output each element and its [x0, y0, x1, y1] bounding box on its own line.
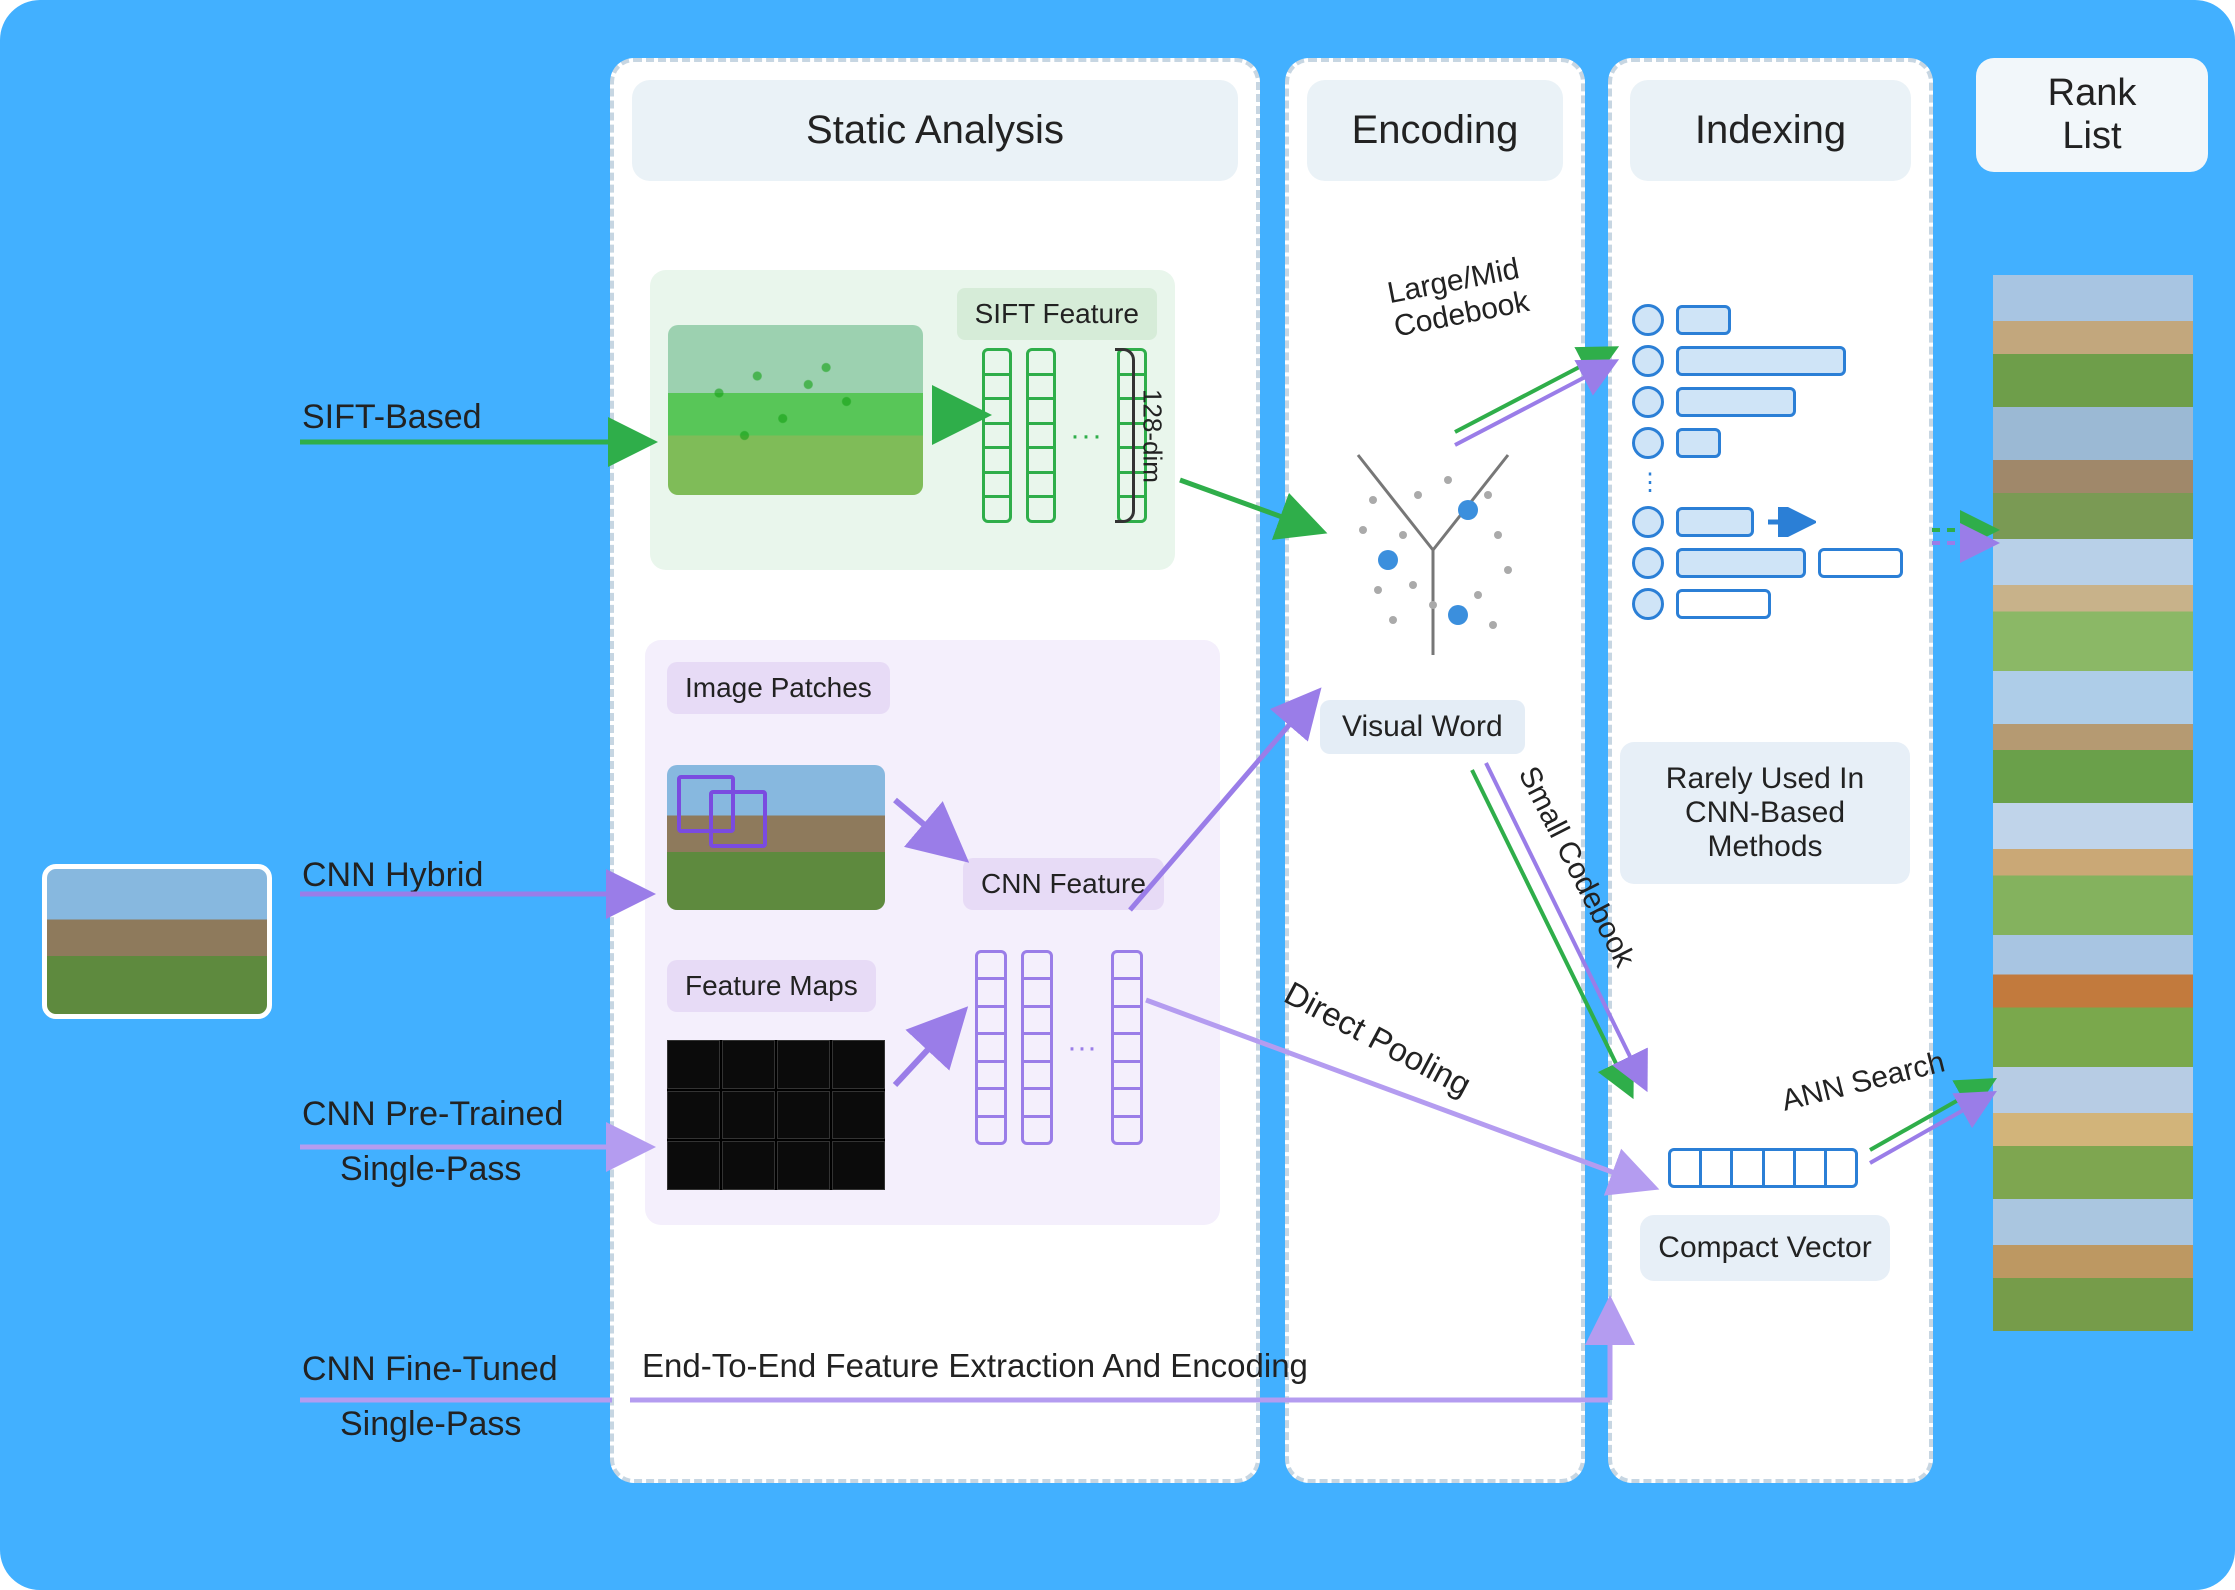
query-image — [42, 864, 272, 1019]
cnn-finetuned-l2: Single-Pass — [340, 1405, 521, 1444]
rarely-used-note: Rarely Used In CNN-Based Methods — [1620, 742, 1910, 884]
compact-vector — [1668, 1148, 1858, 1188]
cnn-pretrained-l1: CNN Pre-Trained — [302, 1095, 563, 1134]
rank-l2: List — [2062, 115, 2121, 157]
sift-based-label: SIFT-Based — [302, 398, 482, 437]
cnn-feature-columns: ··· — [975, 950, 1143, 1145]
image-patches-thumb — [667, 765, 885, 910]
rank-list-images — [1993, 275, 2193, 1331]
cnn-finetuned-l1: CNN Fine-Tuned — [302, 1350, 558, 1389]
feature-maps-label: Feature Maps — [667, 960, 876, 1012]
rank-l1: Rank — [2048, 72, 2137, 114]
image-patches-label: Image Patches — [667, 662, 890, 714]
cnn-pretrained-l2: Single-Pass — [340, 1150, 521, 1189]
diagram-canvas: Static Analysis Encoding Indexing Rank L… — [0, 0, 2235, 1590]
clustering-diagram — [1318, 440, 1548, 660]
sift-feature-label: SIFT Feature — [957, 288, 1157, 340]
cnn-feature-box: Image Patches CNN Feature Feature Maps ·… — [645, 640, 1220, 1225]
indexing-header: Indexing — [1630, 80, 1911, 181]
inverted-index: ⋮ — [1632, 295, 1912, 629]
end-to-end-label: End-To-End Feature Extraction And Encodi… — [642, 1347, 1308, 1385]
compact-vector-label: Compact Vector — [1640, 1215, 1890, 1281]
cnn-hybrid-label: CNN Hybrid — [302, 856, 483, 895]
sift-feature-box: SIFT Feature ··· 128-dim — [650, 270, 1175, 570]
sift-dim-label: 128-dim — [1125, 348, 1179, 523]
visual-word-label: Visual Word — [1320, 700, 1525, 754]
encoding-header: Encoding — [1307, 80, 1563, 181]
static-analysis-header: Static Analysis — [632, 80, 1238, 181]
rank-list-header: Rank List — [1976, 58, 2208, 172]
feature-maps-thumb — [667, 1040, 885, 1190]
sift-keypoint-image — [668, 325, 923, 495]
cnn-feature-label: CNN Feature — [963, 858, 1164, 910]
